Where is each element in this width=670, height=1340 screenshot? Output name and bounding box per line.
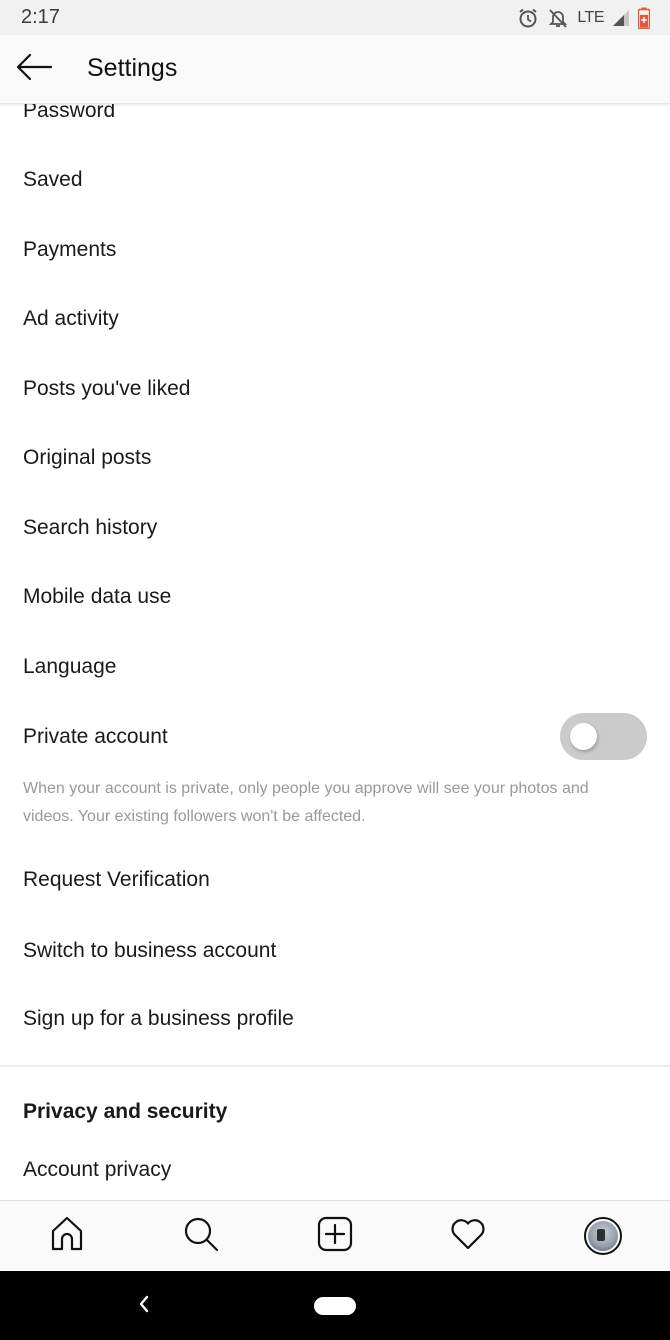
bottom-tab-bar	[0, 1200, 670, 1271]
menu-item-language[interactable]: Language	[23, 654, 116, 680]
menu-item-request-verification[interactable]: Request Verification	[23, 867, 210, 893]
back-button[interactable]	[14, 53, 54, 85]
menu-item-account-privacy[interactable]: Account privacy	[23, 1157, 171, 1183]
system-home-button[interactable]	[314, 1297, 356, 1315]
section-title-privacy: Privacy and security	[23, 1100, 228, 1123]
status-bar: 2:17 LTE	[0, 0, 670, 35]
private-account-help: When your account is private, only peopl…	[23, 780, 589, 825]
system-back-button[interactable]	[134, 1291, 154, 1321]
plus-square-icon	[317, 1216, 353, 1257]
menu-item-business-profile[interactable]: Sign up for a business profile	[23, 1006, 294, 1032]
alarm-icon	[517, 7, 539, 29]
menu-item-ad-activity[interactable]: Ad activity	[23, 306, 119, 332]
system-nav-bar	[0, 1271, 670, 1340]
page-title: Settings	[87, 54, 178, 82]
private-account-toggle[interactable]	[560, 713, 647, 760]
home-icon	[49, 1216, 85, 1257]
menu-item-mobile-data-use[interactable]: Mobile data use	[23, 584, 171, 610]
tab-home[interactable]	[42, 1211, 92, 1261]
status-time: 2:17	[21, 6, 60, 28]
menu-item-password[interactable]: Password	[23, 104, 115, 124]
chevron-left-icon	[138, 1295, 150, 1318]
menu-item-posts-liked[interactable]: Posts you've liked	[23, 376, 190, 402]
notifications-off-icon	[547, 7, 569, 29]
status-icons: LTE	[517, 6, 650, 30]
heart-icon	[450, 1217, 486, 1256]
section-divider	[0, 1065, 670, 1067]
tab-activity[interactable]	[443, 1211, 493, 1261]
settings-list[interactable]: Password Saved Payments Ad activity Post…	[0, 104, 670, 1200]
search-icon	[183, 1216, 219, 1257]
toggle-knob	[570, 723, 597, 750]
menu-item-saved[interactable]: Saved	[23, 167, 83, 193]
avatar	[584, 1217, 622, 1255]
menu-item-payments[interactable]: Payments	[23, 237, 116, 263]
tab-search[interactable]	[176, 1211, 226, 1261]
avatar-image	[588, 1221, 618, 1251]
battery-charging-icon	[638, 7, 650, 29]
arrow-left-icon	[15, 53, 53, 86]
signal-icon	[612, 9, 630, 27]
tab-new-post[interactable]	[310, 1211, 360, 1261]
menu-item-switch-business[interactable]: Switch to business account	[23, 938, 276, 964]
app-header: Settings	[0, 35, 670, 104]
menu-item-original-posts[interactable]: Original posts	[23, 445, 151, 471]
private-account-label: Private account	[23, 725, 168, 748]
tab-profile[interactable]	[578, 1211, 628, 1261]
network-type: LTE	[577, 9, 604, 26]
menu-item-search-history[interactable]: Search history	[23, 515, 157, 541]
